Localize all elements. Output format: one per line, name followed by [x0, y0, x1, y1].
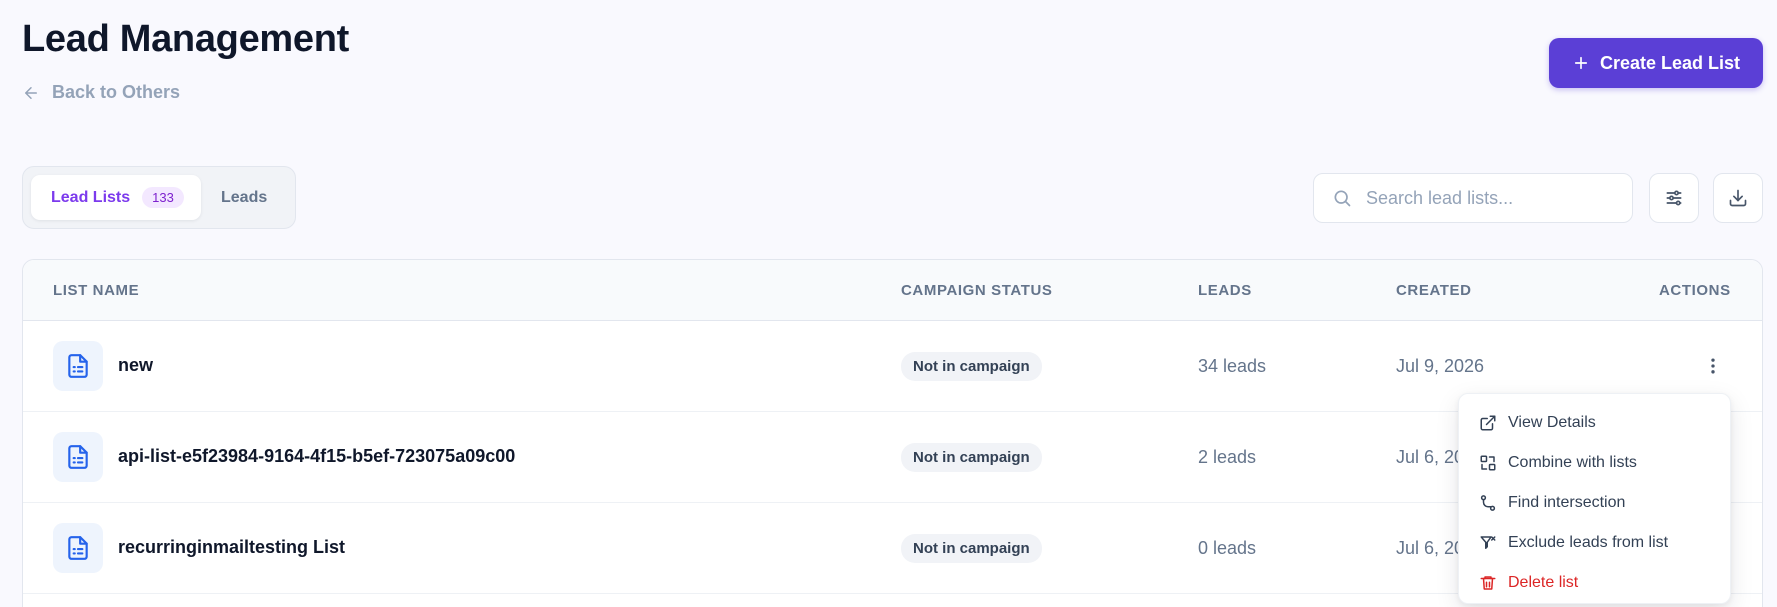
more-vertical-icon	[1711, 358, 1715, 374]
page-title: Lead Management	[22, 18, 350, 60]
created-date: Jul 9, 2026	[1396, 356, 1485, 376]
external-link-icon	[1480, 415, 1496, 431]
column-header-list-name: LIST NAME	[53, 282, 140, 299]
back-link-label: Back to Others	[52, 82, 181, 102]
document-icon	[68, 445, 88, 469]
arrow-left-icon	[25, 86, 37, 99]
menu-item-label: Exclude leads from list	[1508, 534, 1669, 551]
row-actions-menu: View Details Combine with lists Find int…	[1458, 393, 1731, 604]
menu-item-combine-lists[interactable]: Combine with lists	[1459, 443, 1730, 483]
campaign-status-badge: Not in campaign	[901, 443, 1042, 472]
document-icon	[68, 354, 88, 378]
menu-item-label: View Details	[1508, 414, 1596, 431]
search-input[interactable]	[1366, 187, 1616, 209]
filter-x-icon	[1480, 536, 1496, 549]
menu-item-label: Find intersection	[1508, 494, 1626, 511]
menu-item-label: Delete list	[1508, 574, 1579, 591]
column-header-leads: LEADS	[1198, 282, 1252, 299]
menu-item-exclude-leads[interactable]: Exclude leads from list	[1459, 523, 1730, 563]
download-button[interactable]	[1713, 173, 1763, 223]
column-header-actions: ACTIONS	[1659, 282, 1731, 299]
table-header: LIST NAME CAMPAIGN STATUS LEADS CREATED …	[23, 260, 1762, 321]
tab-lead-lists-label: Lead Lists	[51, 188, 131, 206]
plus-icon	[1574, 56, 1588, 70]
menu-item-label: Combine with lists	[1508, 454, 1637, 471]
create-lead-list-label: Create Lead List	[1599, 52, 1741, 73]
tab-leads[interactable]: Leads	[201, 175, 267, 220]
leads-count: 34 leads	[1198, 356, 1267, 376]
back-link[interactable]: Back to Others	[22, 82, 180, 103]
view-tabs: Lead Lists 133 Leads	[22, 166, 296, 229]
leads-count: 0 leads	[1198, 538, 1257, 558]
create-lead-list-button[interactable]: Create Lead List	[1549, 38, 1763, 88]
column-header-created: CREATED	[1396, 282, 1472, 299]
document-icon	[68, 536, 88, 560]
list-name[interactable]: new	[118, 355, 153, 376]
tab-lead-lists[interactable]: Lead Lists 133	[31, 175, 201, 220]
campaign-status-badge: Not in campaign	[901, 534, 1042, 563]
menu-item-view-details[interactable]: View Details	[1459, 403, 1730, 443]
file-icon	[53, 341, 103, 391]
menu-item-find-intersection[interactable]: Find intersection	[1459, 483, 1730, 523]
column-header-campaign-status: CAMPAIGN STATUS	[901, 282, 1053, 299]
list-name[interactable]: recurringinmailtesting List	[118, 537, 345, 558]
campaign-status-badge: Not in campaign	[901, 352, 1042, 381]
row-actions-button[interactable]	[1698, 351, 1728, 381]
lead-lists-count-badge: 133	[142, 187, 184, 208]
leads-count: 2 leads	[1198, 447, 1257, 467]
combine-icon	[1480, 455, 1496, 471]
download-icon	[1729, 189, 1747, 207]
file-icon	[53, 523, 103, 573]
sliders-icon	[1666, 190, 1682, 206]
list-name[interactable]: api-list-e5f23984-9164-4f15-b5ef-723075a…	[118, 446, 515, 467]
search-icon	[1334, 190, 1351, 207]
search-box	[1313, 173, 1633, 223]
file-icon	[53, 432, 103, 482]
filter-settings-button[interactable]	[1649, 173, 1699, 223]
git-merge-icon	[1480, 495, 1496, 511]
trash-icon	[1480, 576, 1496, 590]
menu-item-delete-list[interactable]: Delete list	[1459, 563, 1730, 603]
tab-leads-label: Leads	[221, 188, 268, 206]
